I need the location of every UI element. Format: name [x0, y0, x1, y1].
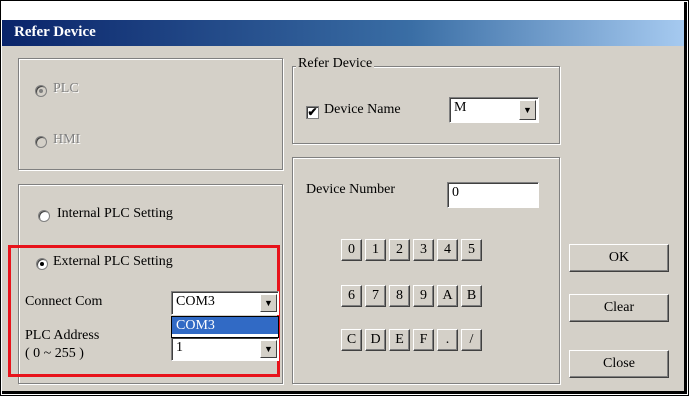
- key-4[interactable]: 4: [437, 239, 458, 261]
- key-3[interactable]: 3: [413, 239, 434, 261]
- ok-button[interactable]: OK: [569, 244, 669, 272]
- key-d[interactable]: D: [365, 329, 386, 351]
- key-dot[interactable]: .: [437, 329, 458, 351]
- key-a[interactable]: A: [437, 285, 458, 307]
- refer-device-dialog: Refer Device PLC HMI Internal PLC Settin…: [2, 2, 687, 394]
- title-bar[interactable]: Refer Device: [2, 20, 684, 46]
- check-icon: ✔: [307, 105, 318, 119]
- key-e[interactable]: E: [389, 329, 410, 351]
- key-f[interactable]: F: [413, 329, 434, 351]
- device-name-dropdown-button[interactable]: ▼: [519, 100, 536, 120]
- connect-com-dropdown-list: COM3: [171, 316, 279, 338]
- target-group: PLC HMI: [18, 58, 283, 170]
- hmi-radio[interactable]: [35, 136, 47, 148]
- plc-address-value: 1: [176, 340, 183, 355]
- device-number-label: Device Number: [306, 182, 396, 197]
- device-number-input[interactable]: 0: [447, 182, 539, 208]
- plc-address-range: ( 0 ~ 255 ): [25, 346, 84, 361]
- device-number-value: 0: [452, 185, 459, 200]
- radio-dot: [40, 262, 44, 266]
- key-5[interactable]: 5: [461, 239, 482, 261]
- key-1[interactable]: 1: [365, 239, 386, 261]
- chevron-down-icon: ▼: [264, 344, 273, 354]
- key-9[interactable]: 9: [413, 285, 434, 307]
- external-plc-radio[interactable]: [36, 258, 48, 270]
- internal-plc-label: Internal PLC Setting: [57, 206, 173, 221]
- internal-plc-radio[interactable]: [38, 210, 50, 222]
- key-8[interactable]: 8: [389, 285, 410, 307]
- connect-com-value: COM3: [176, 294, 215, 309]
- close-button[interactable]: Close: [569, 350, 669, 378]
- device-name-checkbox[interactable]: ✔: [306, 106, 319, 119]
- radio-dot: [39, 89, 43, 93]
- device-name-label: Device Name: [324, 102, 401, 117]
- key-7[interactable]: 7: [365, 285, 386, 307]
- chevron-down-icon: ▼: [264, 298, 273, 308]
- key-b[interactable]: B: [461, 285, 482, 307]
- top-strip: [2, 2, 684, 20]
- hmi-radio-label: HMI: [53, 132, 81, 147]
- plc-address-label: PLC Address: [25, 328, 100, 343]
- clear-button[interactable]: Clear: [569, 294, 669, 322]
- refer-device-group-title: Refer Device: [296, 56, 375, 72]
- dropdown-option-com3[interactable]: COM3: [172, 317, 278, 334]
- device-name-value: M: [454, 100, 467, 115]
- plc-address-dropdown-button[interactable]: ▼: [260, 340, 277, 358]
- key-slash[interactable]: /: [461, 329, 482, 351]
- key-6[interactable]: 6: [341, 285, 362, 307]
- plc-radio[interactable]: [35, 85, 47, 97]
- chevron-down-icon: ▼: [523, 105, 532, 115]
- key-0[interactable]: 0: [341, 239, 362, 261]
- key-2[interactable]: 2: [389, 239, 410, 261]
- highlight-box: External PLC Setting Connect Com COM3 ▼ …: [8, 245, 280, 377]
- window-title: Refer Device: [14, 24, 96, 40]
- key-c[interactable]: C: [341, 329, 362, 351]
- connect-com-label: Connect Com: [25, 294, 103, 309]
- connect-com-dropdown-button[interactable]: ▼: [260, 294, 277, 312]
- external-plc-label: External PLC Setting: [53, 254, 173, 269]
- plc-radio-label: PLC: [53, 81, 79, 96]
